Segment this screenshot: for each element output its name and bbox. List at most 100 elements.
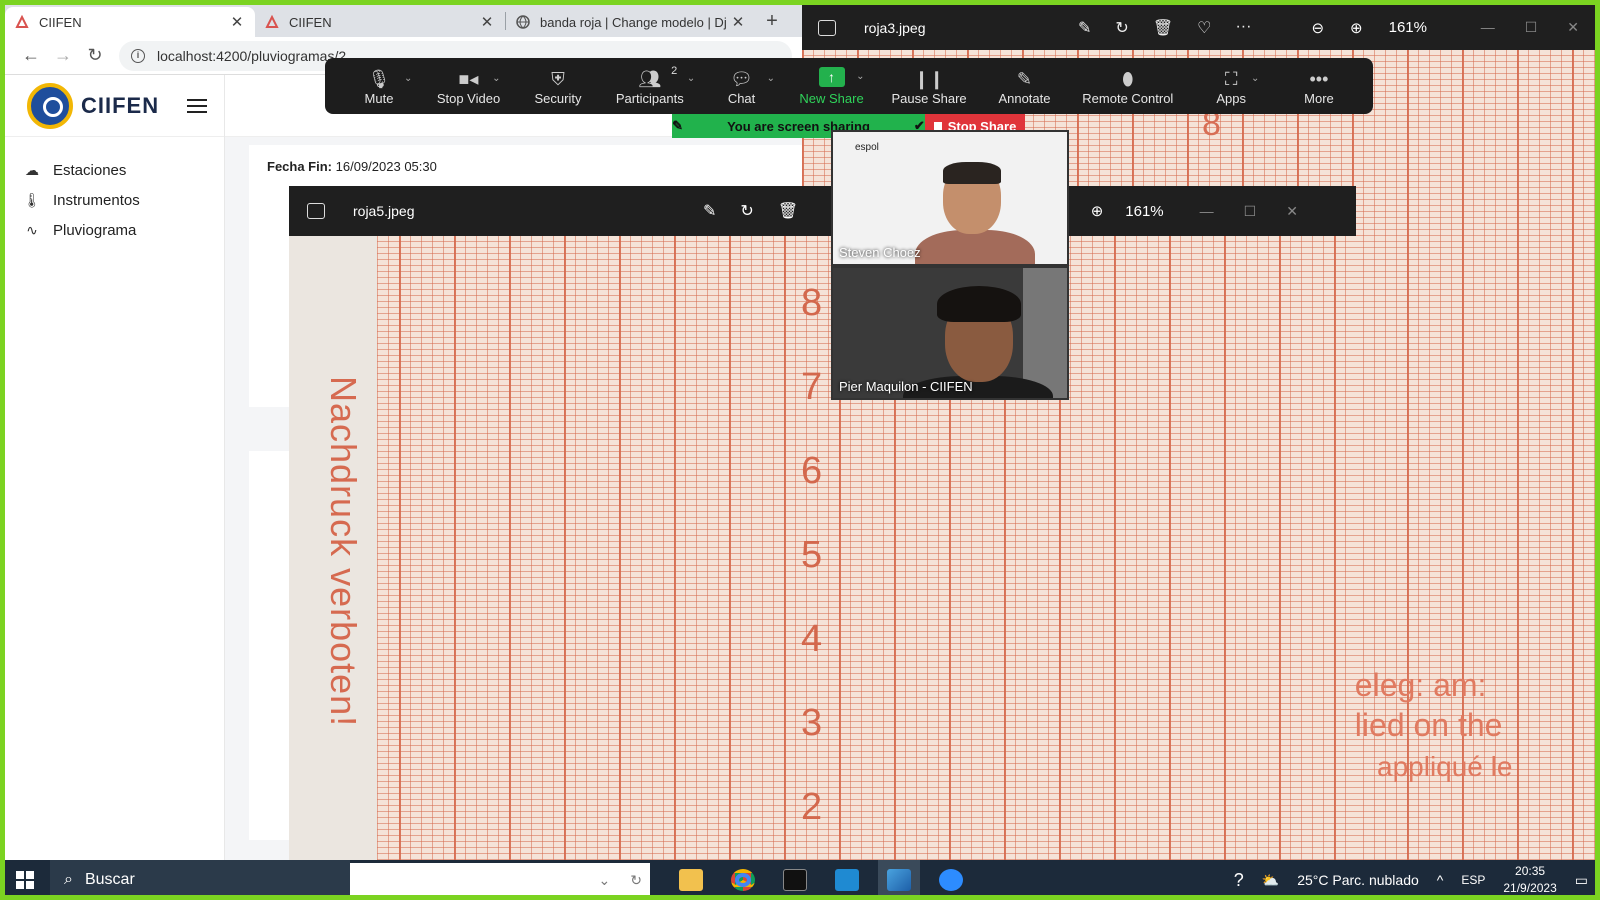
more-icon[interactable]: ···	[1235, 18, 1251, 38]
edit-image-icon[interactable]: ✎	[1078, 18, 1091, 38]
annotate-button[interactable]: ✎ Annotate	[994, 67, 1054, 106]
tab-ciifen-1[interactable]: CIIFEN ✕	[5, 7, 255, 37]
viewer-titlebar: roja5.jpeg ✎ ↻ 🗑︎ ⊖ ⊕ 161% — ☐ ✕	[289, 186, 1356, 236]
sidebar-item-pluviograma[interactable]: ∿ Pluviograma	[5, 215, 224, 245]
taskbar-search[interactable]: ⌕ Buscar	[50, 860, 350, 900]
url-text: localhost:4200/pluviogramas/2	[157, 47, 347, 64]
video-tile-pier[interactable]: Pier Maquilon - CIIFEN	[831, 266, 1069, 400]
site-info-icon[interactable]: i	[131, 48, 145, 63]
favorite-heart-icon[interactable]: ♡	[1197, 18, 1211, 38]
mute-button[interactable]: 🎙︎ ⌄ Mute	[349, 67, 413, 106]
new-tab-icon[interactable]: +	[756, 10, 788, 33]
rotate-icon[interactable]: ↻	[1115, 18, 1128, 38]
more-button[interactable]: ••• More	[1289, 67, 1349, 106]
chat-button[interactable]: 💬︎ ⌄ Chat	[712, 67, 775, 106]
pencil-icon: ✎	[1016, 68, 1033, 89]
pause-icon: ❙❙	[913, 68, 945, 89]
search-placeholder: Buscar	[84, 871, 135, 888]
photos-icon	[887, 869, 911, 891]
close-icon[interactable]: ✕	[730, 13, 746, 31]
notifications-icon[interactable]: ▭	[1575, 872, 1588, 889]
participant-name: Steven Choez	[839, 245, 921, 260]
maximize-icon[interactable]: ☐	[1244, 203, 1257, 220]
photo-viewer-roja5: roja5.jpeg ✎ ↻ 🗑︎ ⊖ ⊕ 161% — ☐ ✕ Nachdru…	[289, 186, 1356, 860]
maximize-icon[interactable]: ☐	[1525, 19, 1538, 36]
stamp-line-1: geleg: am:	[1337, 667, 1487, 703]
chevron-down-icon[interactable]: ⌄	[599, 872, 611, 889]
axis-number: 6	[801, 450, 823, 492]
sidebar-item-label: Pluviograma	[53, 221, 137, 239]
close-icon[interactable]: ✕	[1567, 19, 1579, 36]
address-toolbar-field[interactable]: ⌄ ↻	[350, 863, 650, 897]
edit-image-icon[interactable]: ✎	[703, 201, 716, 221]
close-icon[interactable]: ✕	[1286, 203, 1298, 220]
stop-square-icon	[933, 122, 942, 130]
language-indicator[interactable]: ESP	[1461, 873, 1485, 887]
tab-label: CIIFEN	[39, 14, 82, 30]
activity-icon: ∿	[26, 221, 38, 238]
terminal-button[interactable]	[774, 860, 816, 900]
refresh-icon[interactable]: ↻	[630, 872, 642, 889]
participant-name: Pier Maquilon - CIIFEN	[839, 379, 973, 394]
apps-button[interactable]: ⛶ ⌄ Apps	[1201, 67, 1261, 106]
weather-text[interactable]: 25°C Parc. nublado	[1297, 872, 1419, 888]
pause-share-button[interactable]: ❙❙ Pause Share	[891, 67, 966, 106]
stamp-line-2: plied on the	[1337, 707, 1503, 743]
tab-banda-roja[interactable]: banda roja | Change modelo | Dj ✕	[506, 7, 756, 37]
microphone-icon: 🎙︎ ⌄	[367, 68, 413, 89]
minimize-icon[interactable]: —	[1200, 203, 1214, 220]
fecha-fin-value: 16/09/2023 05:30	[335, 159, 437, 174]
forward-arrow-icon[interactable]: →	[47, 45, 79, 66]
zoom-out-icon[interactable]: ⊖	[1311, 19, 1324, 37]
button-label: Participants	[615, 90, 684, 106]
sidebar-item-instrumentos[interactable]: 🌡︎ Instrumentos	[5, 185, 224, 215]
button-label: Chat	[727, 90, 756, 106]
participants-button[interactable]: 👥︎ 2 ⌄ Participants	[615, 65, 695, 106]
button-label: Apps	[1216, 90, 1246, 106]
zoom-button[interactable]	[930, 860, 972, 900]
participant-hair	[937, 286, 1021, 322]
delete-icon[interactable]: 🗑︎	[1153, 18, 1173, 38]
sidebar-item-estaciones[interactable]: ☁ Estaciones	[5, 155, 224, 185]
help-icon[interactable]: ?	[1234, 870, 1244, 891]
new-share-button[interactable]: ↑ ⌄ New Share	[799, 66, 865, 106]
rotate-icon[interactable]: ↻	[740, 201, 753, 221]
mouse-icon: ⬮	[1122, 68, 1134, 89]
clock[interactable]: 20:35 21/9/2023	[1503, 863, 1556, 897]
axis-number: 2	[801, 786, 823, 828]
share-arrow-icon: ↑ ⌄	[818, 66, 865, 87]
zoom-in-icon[interactable]: ⊕	[1091, 202, 1104, 220]
button-label: Mute	[364, 90, 394, 106]
participants-icon: 👥︎ 2 ⌄	[638, 65, 695, 91]
zoom-icon	[939, 869, 963, 891]
zoom-controls: ⊖ ⊕ 161%	[1056, 202, 1164, 221]
minimize-icon[interactable]: —	[1481, 19, 1495, 36]
back-arrow-icon[interactable]: ←	[15, 45, 47, 66]
chevron-up-icon[interactable]: ^	[1437, 872, 1444, 888]
zoom-in-icon[interactable]: ⊕	[1350, 19, 1363, 37]
taskbar-apps	[670, 860, 972, 900]
stop-video-button[interactable]: ■◂ ⌄ Stop Video	[437, 67, 501, 106]
tab-strip: CIIFEN ✕ CIIFEN ✕ banda roja | Change mo…	[5, 5, 802, 37]
pin-icon: ✎	[672, 118, 684, 133]
vertical-stamp-text: Nachdruck verboten!	[323, 376, 364, 728]
remote-control-button[interactable]: ⬮ Remote Control	[1082, 67, 1173, 106]
vscode-icon	[835, 869, 859, 891]
button-label: Security	[534, 90, 582, 106]
file-explorer-button[interactable]	[670, 860, 712, 900]
ciifen-logo	[27, 82, 73, 129]
tab-ciifen-2[interactable]: CIIFEN ✕	[255, 7, 505, 37]
video-tile-steven[interactable]: espol Steven Choez	[831, 130, 1069, 266]
photos-button[interactable]	[878, 860, 920, 900]
vscode-button[interactable]	[826, 860, 868, 900]
clock-time: 20:35	[1515, 864, 1546, 878]
start-button[interactable]	[0, 860, 50, 900]
delete-icon[interactable]: 🗑︎	[778, 201, 798, 221]
security-button[interactable]: ⛨ Security	[528, 67, 588, 106]
hamburger-menu-icon[interactable]	[187, 95, 208, 117]
close-icon[interactable]: ✕	[479, 13, 495, 31]
video-camera-icon: ■◂ ⌄	[458, 68, 501, 89]
reload-icon[interactable]: ↻	[79, 45, 111, 66]
close-icon[interactable]: ✕	[229, 13, 245, 31]
chrome-button[interactable]	[722, 860, 764, 900]
